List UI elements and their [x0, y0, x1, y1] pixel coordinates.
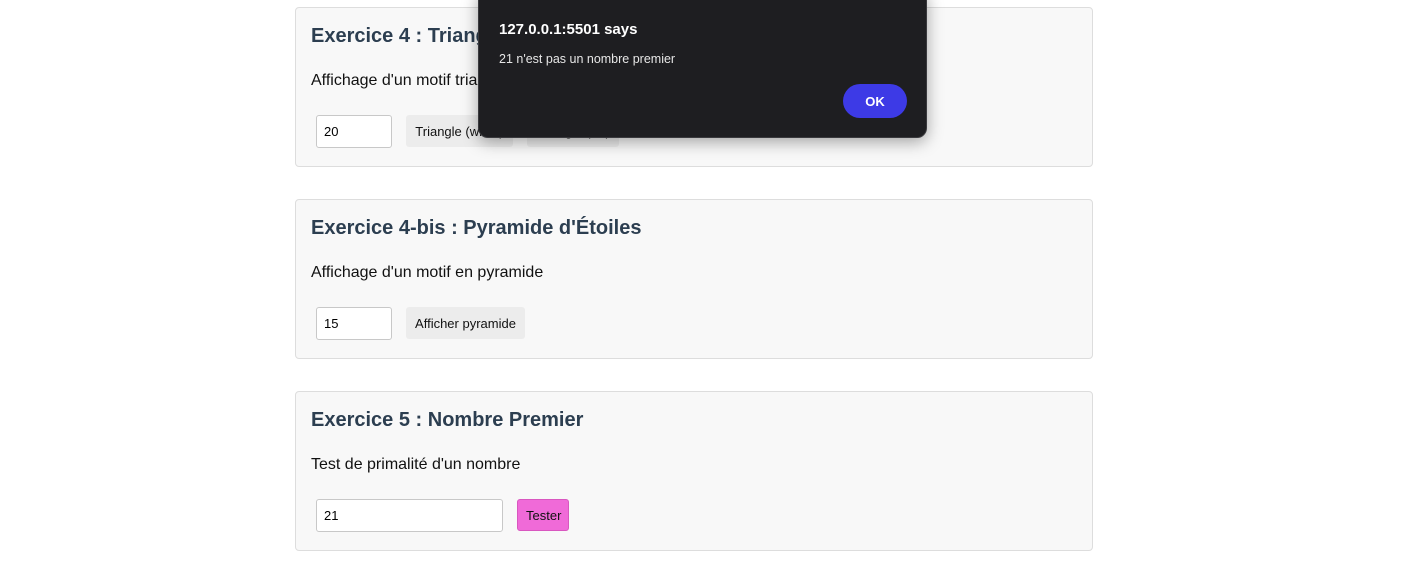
exercise-4bis-description: Affichage d'un motif en pyramide — [311, 264, 544, 281]
exercise-4-number-input[interactable] — [316, 115, 392, 148]
alert-dialog: 127.0.0.1:5501 says 21 n'est pas un nomb… — [478, 0, 927, 138]
afficher-pyramide-button[interactable]: Afficher pyramide — [406, 307, 525, 339]
exercise-5-number-input[interactable] — [316, 499, 503, 532]
exercise-4bis-card: Exercice 4-bis : Pyramide d'Étoiles Affi… — [295, 199, 1093, 359]
ok-button[interactable]: OK — [843, 84, 907, 118]
alert-dialog-message: 21 n'est pas un nombre premier — [499, 52, 676, 66]
alert-dialog-title: 127.0.0.1:5501 says — [499, 21, 638, 38]
page: Exercice 4 : Triangle Affichage d'un mot… — [0, 0, 1405, 571]
exercise-5-card: Exercice 5 : Nombre Premier Test de prim… — [295, 391, 1093, 551]
tester-button[interactable]: Tester — [517, 499, 569, 531]
exercise-5-description: Test de primalité d'un nombre — [311, 456, 521, 473]
exercise-4-title: Exercice 4 : Triangle — [311, 25, 505, 47]
exercise-5-title: Exercice 5 : Nombre Premier — [311, 409, 584, 431]
exercise-4bis-number-input[interactable] — [316, 307, 392, 340]
exercise-4bis-title: Exercice 4-bis : Pyramide d'Étoiles — [311, 217, 642, 239]
